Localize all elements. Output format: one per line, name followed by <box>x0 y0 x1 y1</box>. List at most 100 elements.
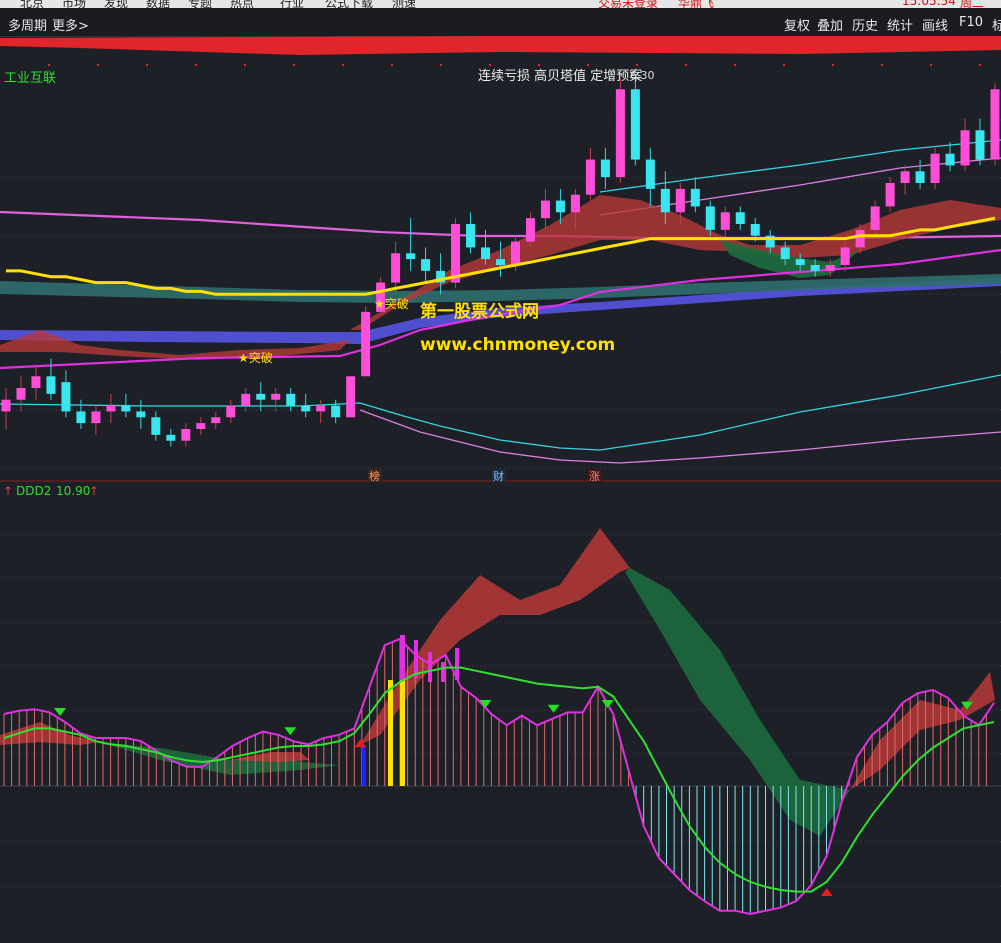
brand-label: 华鼎飞 <box>678 0 715 8</box>
login-notice[interactable]: 交易未登录 <box>598 0 658 8</box>
event-marker-finance[interactable]: 财 <box>493 469 504 483</box>
mark-button[interactable]: 标 <box>992 15 1001 34</box>
candle-body[interactable] <box>630 89 640 160</box>
candle-body[interactable] <box>555 200 565 213</box>
menu-item[interactable]: 市场 <box>62 0 86 8</box>
f10-button[interactable]: F10 <box>959 15 983 30</box>
menu-item[interactable]: 热点 <box>230 0 254 8</box>
candle-body[interactable] <box>540 200 550 219</box>
restore-rights-button[interactable]: 复权 <box>784 15 810 34</box>
candle-body[interactable] <box>196 423 206 429</box>
candle-body[interactable] <box>510 241 520 265</box>
candle-body[interactable] <box>855 229 865 248</box>
candle-body[interactable] <box>121 405 131 412</box>
candle-body[interactable] <box>660 188 670 213</box>
candle-body[interactable] <box>750 224 760 236</box>
candle-body[interactable] <box>466 224 476 248</box>
draw-line-button[interactable]: 画线 <box>922 15 948 34</box>
candle-body[interactable] <box>585 159 595 195</box>
candle-body[interactable] <box>421 259 431 271</box>
candle-body[interactable] <box>705 206 715 230</box>
menu-item[interactable]: 专题 <box>188 0 212 8</box>
candle-body[interactable] <box>780 247 790 260</box>
sell-signal-marker <box>601 700 614 708</box>
event-marker-rise[interactable]: 涨 <box>589 470 600 483</box>
candle-body[interactable] <box>46 376 56 394</box>
menu-item[interactable]: 测速 <box>392 0 416 8</box>
multi-period-button[interactable]: 多周期 <box>8 15 47 34</box>
candle-body[interactable] <box>960 130 970 166</box>
pink-lower-band-line <box>359 409 1001 464</box>
candle-body[interactable] <box>1 399 11 412</box>
event-marker-rank[interactable]: 榜 <box>369 469 380 483</box>
candle-body[interactable] <box>481 247 491 260</box>
candle-body[interactable] <box>720 212 730 230</box>
menu-item[interactable]: 北京 <box>20 0 44 8</box>
candle-body[interactable] <box>226 405 236 418</box>
candle-body[interactable] <box>76 411 86 424</box>
candle-body[interactable] <box>675 188 685 213</box>
candle-body[interactable] <box>346 376 356 418</box>
candle-body[interactable] <box>795 259 805 265</box>
candle-body[interactable] <box>151 417 161 435</box>
candle-body[interactable] <box>885 183 895 207</box>
candle-body[interactable] <box>286 393 296 406</box>
candle-body[interactable] <box>211 417 221 424</box>
candle-body[interactable] <box>525 218 535 242</box>
candle-body[interactable] <box>331 405 341 418</box>
candle-body[interactable] <box>615 89 625 178</box>
candle-body[interactable] <box>915 171 925 183</box>
indicator-arrow: ↑ <box>3 484 13 498</box>
candle-body[interactable] <box>361 311 371 377</box>
candle-body[interactable] <box>945 153 955 166</box>
candle-body[interactable] <box>975 130 985 160</box>
candle-body[interactable] <box>241 393 251 406</box>
oscillator-histogram <box>3 638 987 914</box>
candle-body[interactable] <box>810 265 820 271</box>
candle-body[interactable] <box>106 405 116 412</box>
candle-body[interactable] <box>136 411 146 418</box>
candle-body[interactable] <box>256 393 266 400</box>
stock-label: 工业互联 <box>4 71 56 86</box>
candle-body[interactable] <box>825 265 835 271</box>
overlay-button[interactable]: 叠加 <box>817 15 843 34</box>
candle-body[interactable] <box>406 253 416 260</box>
menu-item[interactable]: 行业 <box>280 0 304 8</box>
history-button[interactable]: 历史 <box>852 15 878 34</box>
candle-body[interactable] <box>870 206 880 230</box>
stock-chart[interactable]: 工业互联 连续亏损 高贝塔值 定增预案 6.30 ★突破 ★突破 第一股票公式网… <box>0 36 1001 943</box>
candle-body[interactable] <box>645 159 655 189</box>
candle-body[interactable] <box>735 212 745 224</box>
candle-body[interactable] <box>690 188 700 207</box>
candle-body[interactable] <box>496 259 505 265</box>
more-button[interactable]: 更多> <box>52 15 89 34</box>
candle-body[interactable] <box>570 194 580 213</box>
candle-body[interactable] <box>900 171 910 183</box>
menu-item[interactable]: 发现 <box>104 0 128 8</box>
menu-item[interactable]: 数据 <box>146 0 170 8</box>
statistics-button[interactable]: 统计 <box>887 15 913 34</box>
indicator-arrow: ↑ <box>89 484 99 498</box>
sell-signal-marker <box>547 704 560 713</box>
candle-body[interactable] <box>930 153 940 183</box>
price-label: 6.30 <box>630 69 655 82</box>
candle-body[interactable] <box>451 224 461 283</box>
candle-body[interactable] <box>16 388 26 400</box>
candle-body[interactable] <box>316 405 326 412</box>
buy-signal-marker <box>820 888 833 896</box>
cyan-lower-band-line <box>0 374 1001 451</box>
breakout-label: ★突破 <box>238 350 273 365</box>
top-menu-bar: 北京 市场 发现 数据 专题 热点 行业 公式下载 测速 交易未登录 华鼎飞 1… <box>0 0 1001 8</box>
candle-body[interactable] <box>271 393 281 400</box>
candle-body[interactable] <box>301 405 311 412</box>
candle-body[interactable] <box>840 247 850 265</box>
candle-body[interactable] <box>391 253 401 283</box>
candle-body[interactable] <box>600 159 610 178</box>
candle-body[interactable] <box>61 382 71 412</box>
candle-body[interactable] <box>91 411 101 424</box>
candle-body[interactable] <box>181 429 191 441</box>
candle-body[interactable] <box>166 434 176 441</box>
menu-item[interactable]: 公式下载 <box>325 0 373 8</box>
candle-body[interactable] <box>990 89 1000 160</box>
candle-body[interactable] <box>31 376 41 388</box>
